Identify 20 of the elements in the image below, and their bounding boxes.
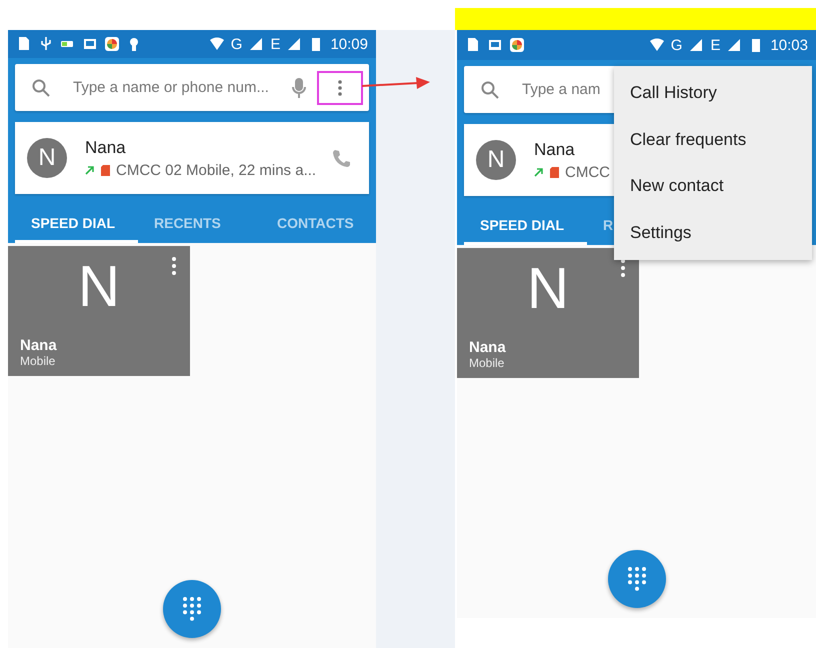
network-label: G	[670, 36, 682, 54]
contact-avatar: N	[476, 140, 516, 180]
call-detail: CMCC 02 Mobile, 22 mins a...	[116, 162, 316, 178]
network-label: E	[270, 36, 280, 52]
contact-avatar: N	[27, 138, 67, 178]
status-time: 10:03	[770, 36, 808, 54]
search-placeholder: Type a name or phone num...	[73, 79, 269, 96]
network-label: G	[230, 36, 242, 52]
tile-name: Nana	[469, 339, 507, 356]
tile-name: Nana	[20, 337, 58, 354]
network-label: E	[710, 36, 720, 54]
search-placeholder: Type a nam	[522, 81, 600, 98]
tile-label: Mobile	[469, 356, 506, 370]
tile-letter: N	[78, 258, 120, 316]
contact-name: Nana	[534, 140, 576, 160]
status-time: 10:09	[330, 36, 368, 52]
call-detail: CMCC	[565, 164, 610, 180]
tile-label: Mobile	[20, 354, 56, 368]
contact-name: Nana	[85, 138, 127, 158]
tile-letter: N	[527, 260, 569, 318]
